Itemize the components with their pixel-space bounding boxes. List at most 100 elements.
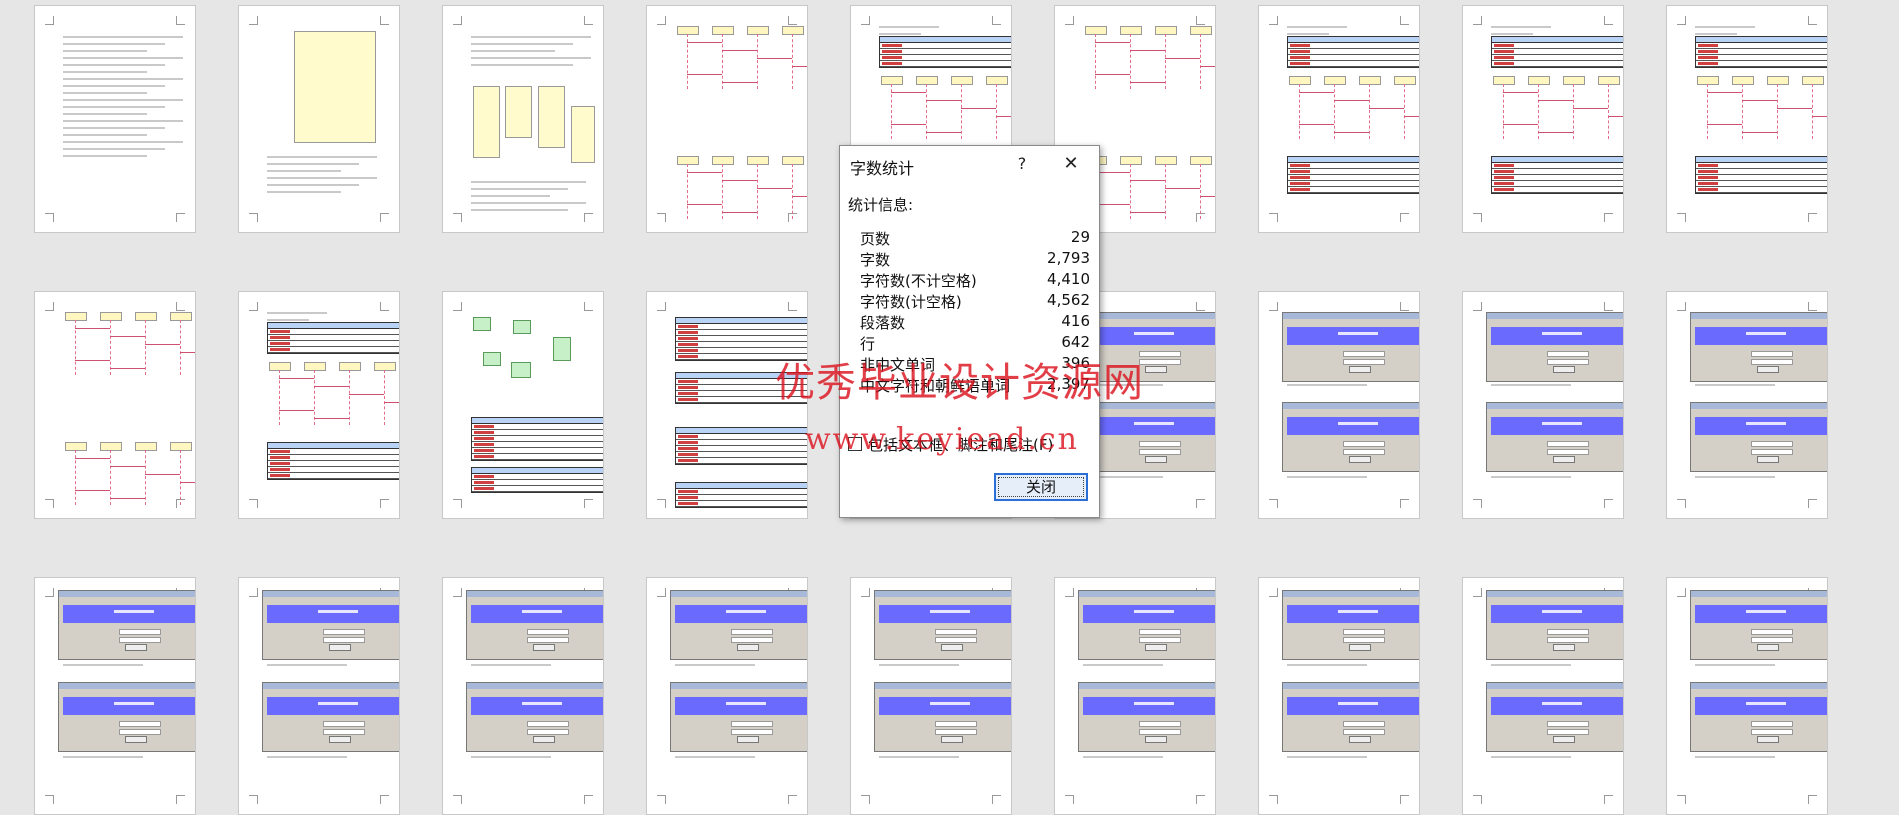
text-line	[267, 170, 341, 172]
lifeline-head	[135, 442, 157, 451]
text-line	[471, 188, 568, 190]
table-cell-marker	[474, 481, 494, 484]
class-box	[473, 86, 500, 158]
form-field	[119, 729, 161, 735]
data-table	[1491, 36, 1623, 68]
table-cell-marker	[474, 475, 494, 478]
table-cell-marker	[474, 455, 494, 458]
lifeline-head	[100, 312, 122, 321]
table-cell-marker	[1494, 62, 1514, 65]
lifeline	[384, 370, 385, 425]
window-bar	[467, 591, 603, 597]
lifeline-head	[747, 26, 769, 35]
lifeline-head	[1359, 76, 1381, 85]
close-icon[interactable]: ✕	[1058, 152, 1084, 176]
ui-screenshot	[874, 682, 1011, 752]
table-cell-marker	[270, 330, 290, 333]
lifeline-head	[1732, 76, 1754, 85]
document-page-thumbnail	[34, 577, 196, 815]
page-margin-mark	[1604, 795, 1613, 804]
form-field	[1751, 351, 1793, 357]
banner	[267, 605, 399, 623]
table-cell-marker	[1290, 182, 1310, 185]
text-line	[675, 756, 755, 758]
text-line	[63, 141, 183, 143]
table-row	[472, 486, 603, 492]
page-margin-mark	[1473, 16, 1482, 25]
ui-screenshot	[874, 590, 1011, 660]
form-field	[935, 729, 977, 735]
table-cell-marker	[1290, 62, 1310, 65]
table-cell-marker	[1698, 50, 1718, 53]
window-bar	[1487, 403, 1623, 409]
text-line	[63, 36, 183, 38]
page-margin-mark	[1400, 302, 1409, 311]
lifeline	[961, 84, 962, 139]
message-arrow	[1200, 66, 1215, 67]
lifeline-head	[782, 26, 804, 35]
lifeline-head	[1011, 76, 1012, 85]
page-margin-mark	[1808, 795, 1817, 804]
page-margin-mark	[453, 588, 462, 597]
table-row	[1696, 61, 1827, 67]
table-cell-marker	[882, 56, 902, 59]
close-button[interactable]: 关闭	[994, 473, 1088, 501]
form-field	[119, 629, 161, 635]
text-line	[471, 181, 586, 183]
page-margin-mark	[380, 16, 389, 25]
lifeline-head	[1190, 26, 1212, 35]
text-line	[267, 319, 309, 321]
banner	[675, 605, 807, 623]
usecase-diagram	[294, 31, 376, 143]
lifeline	[1130, 34, 1131, 89]
lifeline-head	[399, 362, 400, 371]
stat-row-chars-no-spaces: 字符数(不计空格) 4,410	[860, 270, 1090, 290]
page-margin-mark	[380, 499, 389, 508]
table-cell-marker	[678, 447, 698, 450]
form-field	[1139, 629, 1181, 635]
page-margin-mark	[1269, 213, 1278, 222]
data-table	[1695, 156, 1827, 194]
data-table	[1491, 156, 1623, 194]
window-bar	[1079, 591, 1215, 597]
page-margin-mark	[249, 795, 258, 804]
page-margin-mark	[788, 302, 797, 311]
lifeline-head	[916, 76, 938, 85]
ui-screenshot	[1282, 312, 1419, 382]
lifeline-head	[170, 442, 192, 451]
banner-text	[318, 702, 358, 705]
stat-label: 字数	[860, 251, 891, 269]
form-button	[1349, 366, 1371, 373]
form-button	[1553, 644, 1575, 651]
entity-box	[473, 317, 491, 331]
form-field	[935, 629, 977, 635]
help-icon[interactable]: ?	[1010, 152, 1034, 176]
form-button	[941, 644, 963, 651]
banner-text	[1542, 610, 1582, 613]
banner-text	[1134, 702, 1174, 705]
table-cell-marker	[1494, 56, 1514, 59]
entity-box	[483, 352, 501, 366]
text-line	[63, 43, 165, 45]
ui-screenshot	[1486, 402, 1623, 472]
window-bar	[671, 683, 807, 689]
message-arrow	[1538, 100, 1573, 101]
message-arrow	[722, 50, 757, 51]
lifeline	[926, 84, 927, 139]
form-button	[1757, 644, 1779, 651]
ui-screenshot	[1690, 312, 1827, 382]
page-margin-mark	[1677, 795, 1686, 804]
banner-text	[114, 610, 154, 613]
lifeline	[757, 34, 758, 89]
form-button	[1145, 736, 1167, 743]
message-arrow	[384, 402, 399, 403]
form-field	[1343, 629, 1385, 635]
message-arrow	[1812, 116, 1827, 117]
text-line	[1287, 33, 1329, 35]
banner	[267, 697, 399, 715]
page-margin-mark	[657, 213, 666, 222]
table-row	[880, 61, 1011, 67]
table-cell-marker	[270, 456, 290, 459]
form-field	[1343, 449, 1385, 455]
lifeline-head	[65, 312, 87, 321]
